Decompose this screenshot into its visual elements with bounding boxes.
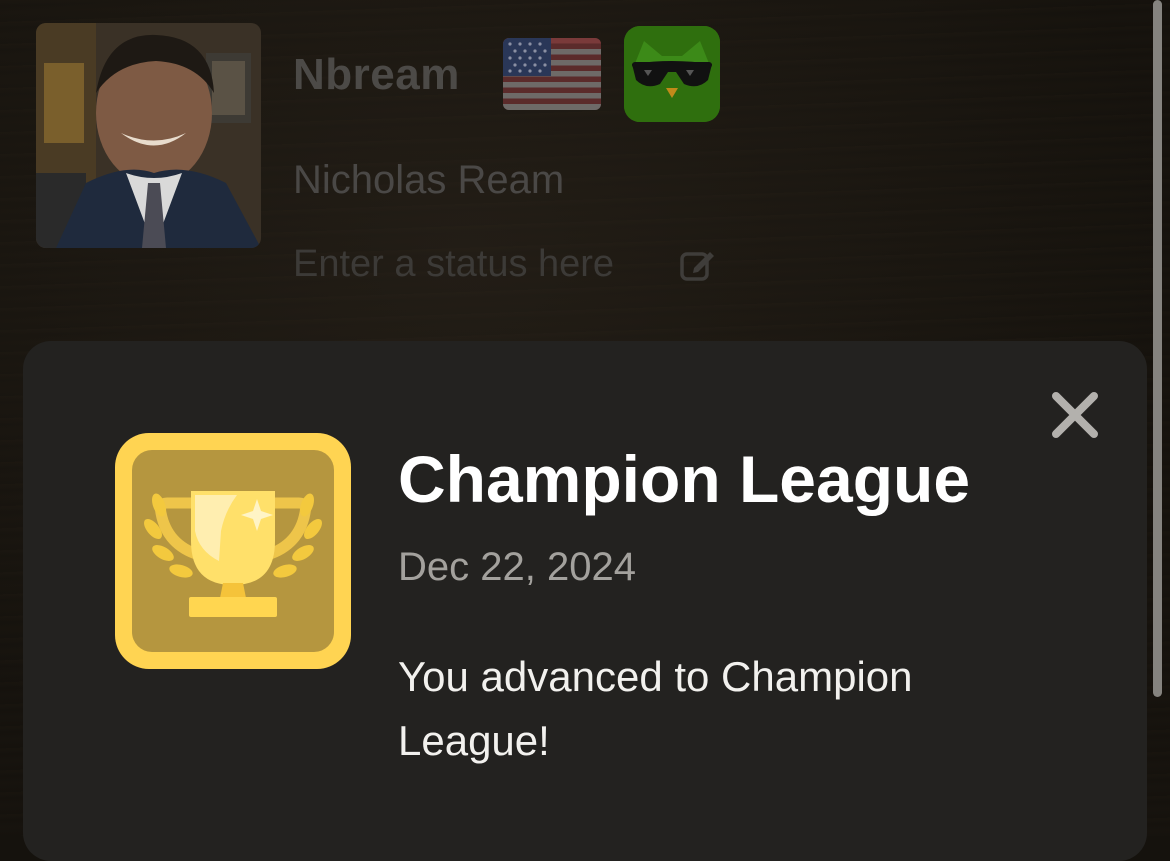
status-input[interactable] [293, 243, 663, 286]
profile-photo[interactable] [36, 23, 261, 248]
us-flag-icon[interactable] [503, 38, 601, 110]
scrollbar[interactable] [1153, 0, 1162, 697]
status-row [293, 243, 715, 286]
owl-sunglasses-icon[interactable] [624, 26, 720, 122]
full-name: Nicholas Ream [293, 158, 565, 202]
achievement-title: Champion League [398, 442, 971, 516]
close-icon[interactable] [1048, 388, 1102, 442]
edit-icon[interactable] [679, 247, 715, 283]
username: Nbream [293, 50, 460, 99]
trophy-badge [115, 433, 351, 669]
trophy-icon [144, 491, 322, 617]
achievement-description: You advanced to Champion League! [398, 653, 913, 764]
achievement-date: Dec 22, 2024 [398, 545, 636, 589]
